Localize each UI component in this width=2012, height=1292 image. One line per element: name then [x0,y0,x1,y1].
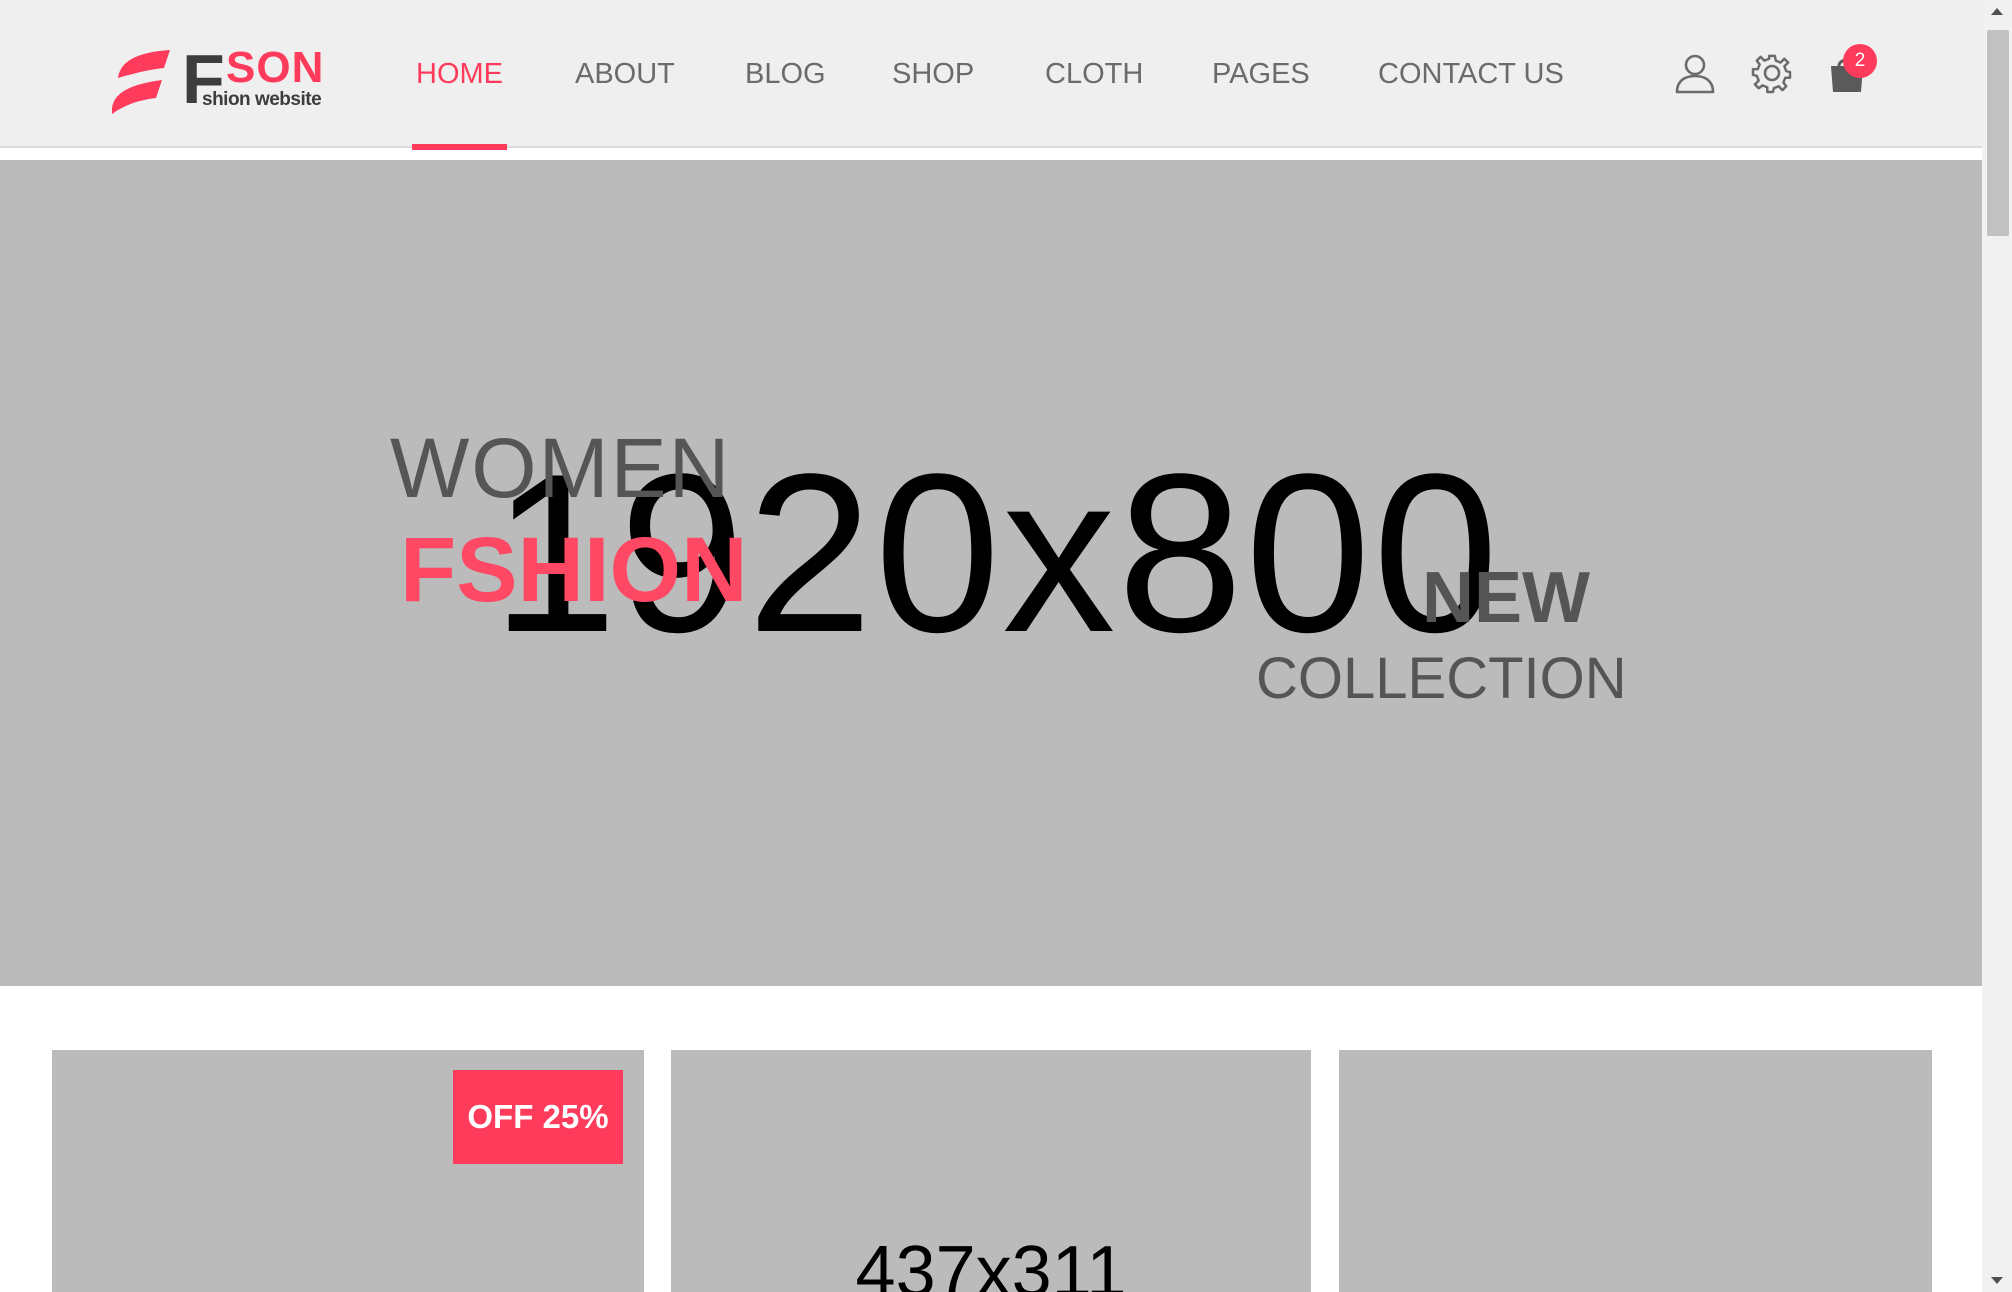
user-icon[interactable] [1674,52,1716,94]
product-card[interactable]: OFF 25% [52,1050,644,1292]
nav-pages[interactable]: PAGES [1202,0,1320,148]
hero-new-text: NEW [1422,558,1590,638]
scrollbar-thumb[interactable] [1987,30,2009,236]
site-logo[interactable]: F SON shion website [110,44,323,120]
logo-word: SON [226,43,325,92]
hero-banner[interactable]: 1920x800 WOMEN FSHION NEW COLLECTION [0,160,1982,986]
gear-icon[interactable] [1751,52,1793,94]
hero-women-text: WOMEN [390,421,732,515]
scroll-up-arrow-icon[interactable] [1982,0,2012,24]
nav-cloth[interactable]: CLOTH [1035,0,1153,148]
vertical-scrollbar[interactable] [1982,0,2012,1292]
cart-count-badge: 2 [1843,44,1877,78]
nav-about[interactable]: ABOUT [565,0,685,148]
logo-tagline: shion website [202,89,322,110]
card-placeholder-label: 437x311 [855,1232,1127,1292]
logo-swoosh-icon [112,50,170,114]
product-card[interactable]: 437x311 [671,1050,1311,1292]
nav-contact-us[interactable]: CONTACT US [1368,0,1574,148]
hero-fshion-text: FSHION [400,519,748,621]
site-header: F SON shion website HOME ABOUT BLOG SHOP… [0,0,1982,150]
scroll-down-arrow-icon[interactable] [1982,1268,2012,1292]
product-card[interactable] [1339,1050,1932,1292]
nav-blog[interactable]: BLOG [735,0,836,148]
hero-collection-text: COLLECTION [1256,646,1627,711]
nav-home[interactable]: HOME [406,0,513,150]
hero-placeholder-label: 1920x800 [491,426,1501,679]
nav-shop[interactable]: SHOP [882,0,984,148]
discount-badge: OFF 25% [453,1070,623,1164]
